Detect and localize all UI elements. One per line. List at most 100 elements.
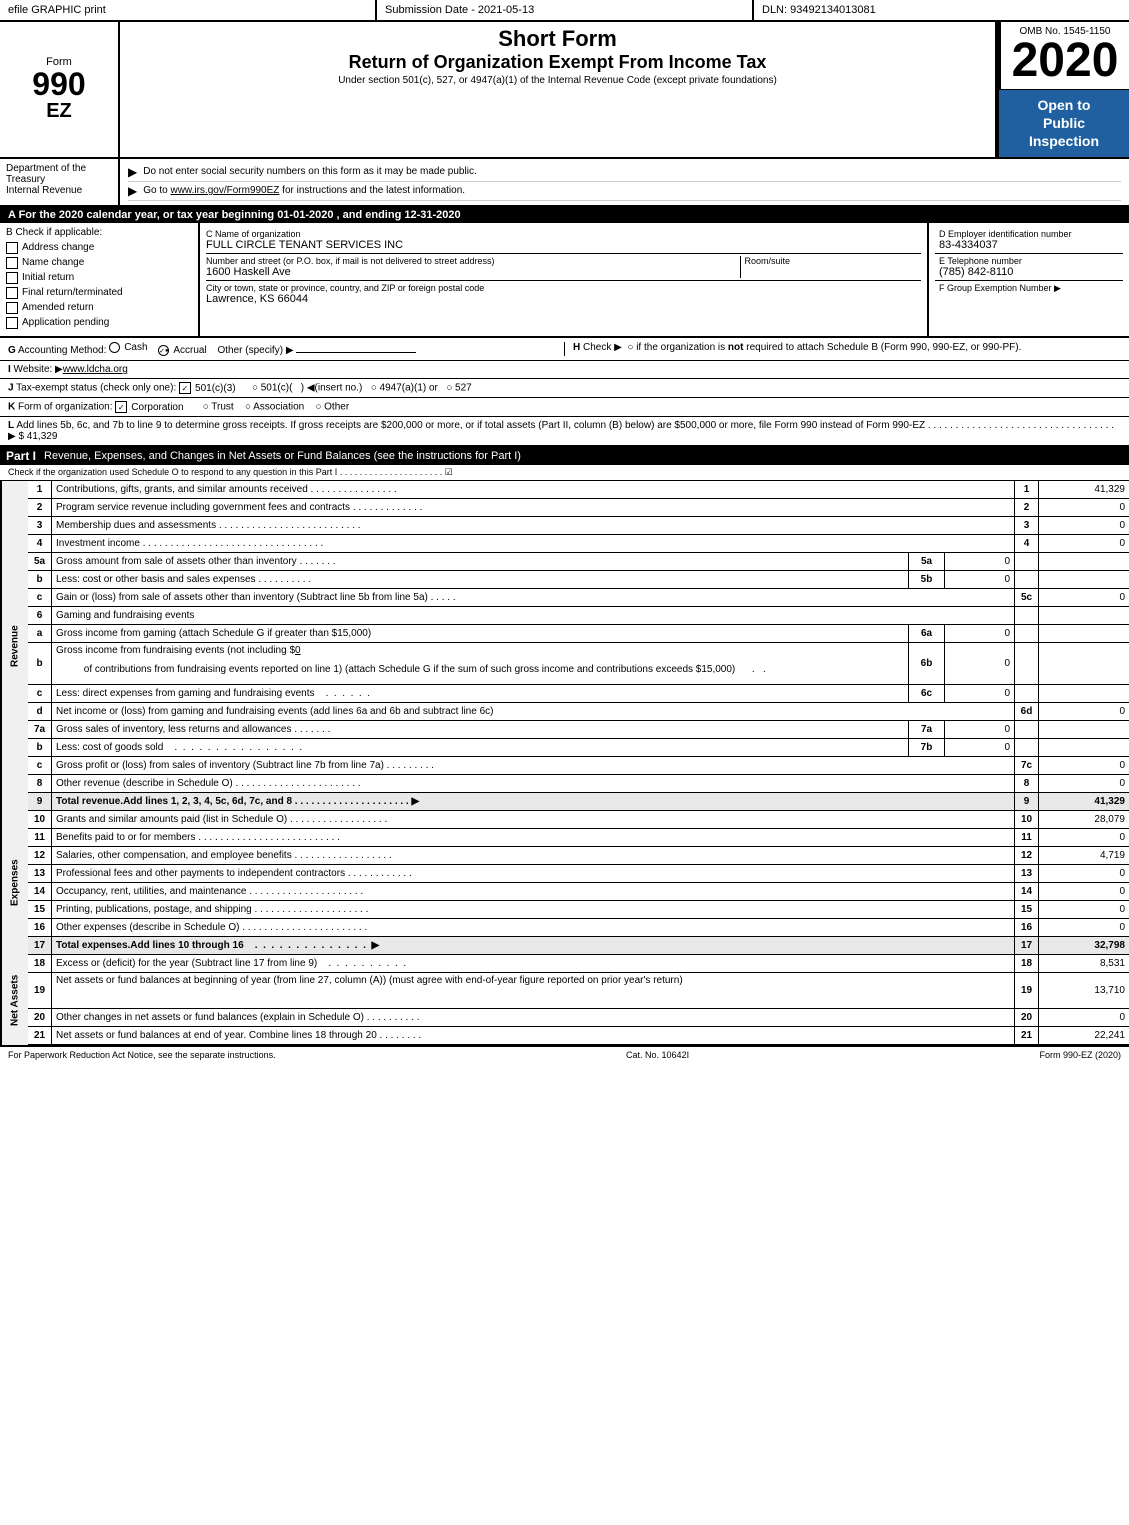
page: efile GRAPHIC print Submission Date - 20… (0, 0, 1129, 1525)
check-item-pending: Application pending (6, 317, 192, 329)
part-i-title: Revenue, Expenses, and Changes in Net As… (44, 450, 521, 462)
row-6a-linenum (1015, 625, 1039, 642)
phone-label: E Telephone number (939, 256, 1119, 266)
checkbox-initial[interactable] (6, 272, 18, 284)
cash-label: Cash (124, 342, 147, 353)
row-3: 3 Membership dues and assessments . . . … (28, 517, 1129, 535)
row-16-amount: 0 (1039, 919, 1129, 936)
checkbox-final[interactable] (6, 287, 18, 299)
checkbox-amended[interactable] (6, 302, 18, 314)
row-6-amount (1039, 607, 1129, 624)
row-13-desc: Professional fees and other payments to … (52, 865, 1015, 882)
row-6b-midlabel: 6b (909, 643, 945, 684)
row-5b-desc: Less: cost or other basis and sales expe… (52, 571, 909, 588)
row-15-desc: Printing, publications, postage, and shi… (52, 901, 1015, 918)
row-5b-midval: 0 (945, 571, 1015, 588)
phone-row: E Telephone number (785) 842-8110 (935, 254, 1123, 281)
row-19-amount: 13,710 (1039, 973, 1129, 1008)
row-7b-midlabel: 7b (909, 739, 945, 756)
row-2: 2 Program service revenue including gove… (28, 499, 1129, 517)
check-item-initial: Initial return (6, 272, 192, 284)
row-7b-desc: Less: cost of goods sold . . . . . . . .… (52, 739, 909, 756)
arrow-icon-1: ▶ (128, 165, 137, 179)
row-1-amount: 41,329 (1039, 481, 1129, 498)
row-1-desc: Contributions, gifts, grants, and simila… (52, 481, 1015, 498)
row-11-linenum: 11 (1015, 829, 1039, 846)
row-18-desc: Excess or (deficit) for the year (Subtra… (52, 955, 1015, 972)
org-name-label: C Name of organization (206, 229, 921, 239)
expenses-label: Expenses (0, 811, 28, 955)
instr-line-1: ▶ Do not enter social security numbers o… (128, 163, 1121, 182)
checkbox-address[interactable] (6, 242, 18, 254)
checkbox-name[interactable] (6, 257, 18, 269)
row-7c-amount: 0 (1039, 757, 1129, 774)
row-9-linenum: 9 (1015, 793, 1039, 810)
row-6: 6 Gaming and fundraising events (28, 607, 1129, 625)
row-7a-midlabel: 7a (909, 721, 945, 738)
row-4: 4 Investment income . . . . . . . . . . … (28, 535, 1129, 553)
row-7c-num: c (28, 757, 52, 774)
row-6a: a Gross income from gaming (attach Sched… (28, 625, 1129, 643)
submission-date: Submission Date - 2021-05-13 (377, 0, 754, 20)
street-value: 1600 Haskell Ave (206, 266, 736, 278)
row-17-desc: Total expenses. Add lines 10 through 16 … (52, 937, 1015, 954)
row-11-amount: 0 (1039, 829, 1129, 846)
row-8: 8 Other revenue (describe in Schedule O)… (28, 775, 1129, 793)
check-area: B Check if applicable: Address change Na… (0, 223, 1129, 338)
row-11-num: 11 (28, 829, 52, 846)
row-5b-midlabel: 5b (909, 571, 945, 588)
row-4-linenum: 4 (1015, 535, 1039, 552)
row-5c-num: c (28, 589, 52, 606)
row-18: 18 Excess or (deficit) for the year (Sub… (28, 955, 1129, 973)
check-label-name: Name change (22, 257, 84, 268)
row-7b-num: b (28, 739, 52, 756)
other-value[interactable] (296, 352, 416, 353)
instr-text-1: Do not enter social security numbers on … (143, 166, 476, 177)
row-6a-amount (1039, 625, 1129, 642)
row-12-desc: Salaries, other compensation, and employ… (52, 847, 1015, 864)
checkbox-pending[interactable] (6, 317, 18, 329)
tax-501c3-check[interactable]: ✓ (179, 382, 191, 394)
row-4-amount: 0 (1039, 535, 1129, 552)
row-12-num: 12 (28, 847, 52, 864)
cash-radio[interactable] (109, 342, 120, 353)
row-6a-midval: 0 (945, 625, 1015, 642)
short-form-title: Short Form (128, 26, 987, 52)
row-5a-midval: 0 (945, 553, 1015, 570)
row-3-linenum: 3 (1015, 517, 1039, 534)
row-6d-desc: Net income or (loss) from gaming and fun… (52, 703, 1015, 720)
g-label: G Accounting Method: (8, 345, 109, 356)
room-label: Room/suite (745, 256, 922, 266)
section-a-bar: A For the 2020 calendar year, or tax yea… (0, 207, 1129, 223)
row-8-desc: Other revenue (describe in Schedule O) .… (52, 775, 1015, 792)
other-label: Other (specify) ▶ (217, 345, 416, 356)
ein-phone-block: D Employer identification number 83-4334… (929, 223, 1129, 336)
cash-option: Cash (109, 342, 147, 353)
row-5b-amount (1039, 571, 1129, 588)
row-1-num: 1 (28, 481, 52, 498)
dept-row: Department of the Treasury Internal Reve… (0, 159, 1129, 207)
open-public-block: Open to Public Inspection (999, 90, 1129, 157)
row-10-linenum: 10 (1015, 811, 1039, 828)
row-19: 19 Net assets or fund balances at beginn… (28, 973, 1129, 1009)
row-5a-desc: Gross amount from sale of assets other t… (52, 553, 909, 570)
form-footer: For Paperwork Reduction Act Notice, see … (0, 1045, 1129, 1063)
year-number: 2020 (1012, 37, 1119, 85)
efile-label: efile GRAPHIC print (0, 0, 377, 20)
l-text: L Add lines 5b, 6c, and 7b to line 9 to … (8, 420, 1114, 442)
row-7a-linenum (1015, 721, 1039, 738)
part-i-title-text: Revenue, Expenses, and Changes in Net As… (44, 450, 371, 462)
row-12-linenum: 12 (1015, 847, 1039, 864)
accrual-radio[interactable]: ✓ (158, 345, 169, 356)
corp-check[interactable]: ✓ (115, 401, 127, 413)
submission-date-text: Submission Date - 2021-05-13 (385, 4, 534, 16)
row-14-desc: Occupancy, rent, utilities, and maintena… (52, 883, 1015, 900)
tax-sep1: ○ (246, 383, 260, 394)
form-label-block: Form 990EZ (0, 22, 120, 157)
row-11-desc: Benefits paid to or for members . . . . … (52, 829, 1015, 846)
check-item-name: Name change (6, 257, 192, 269)
row-5a-midlabel: 5a (909, 553, 945, 570)
row-7c: c Gross profit or (loss) from sales of i… (28, 757, 1129, 775)
website-label: I Website: ▶www.ldcha.org (8, 364, 128, 375)
row-7b-midval: 0 (945, 739, 1015, 756)
